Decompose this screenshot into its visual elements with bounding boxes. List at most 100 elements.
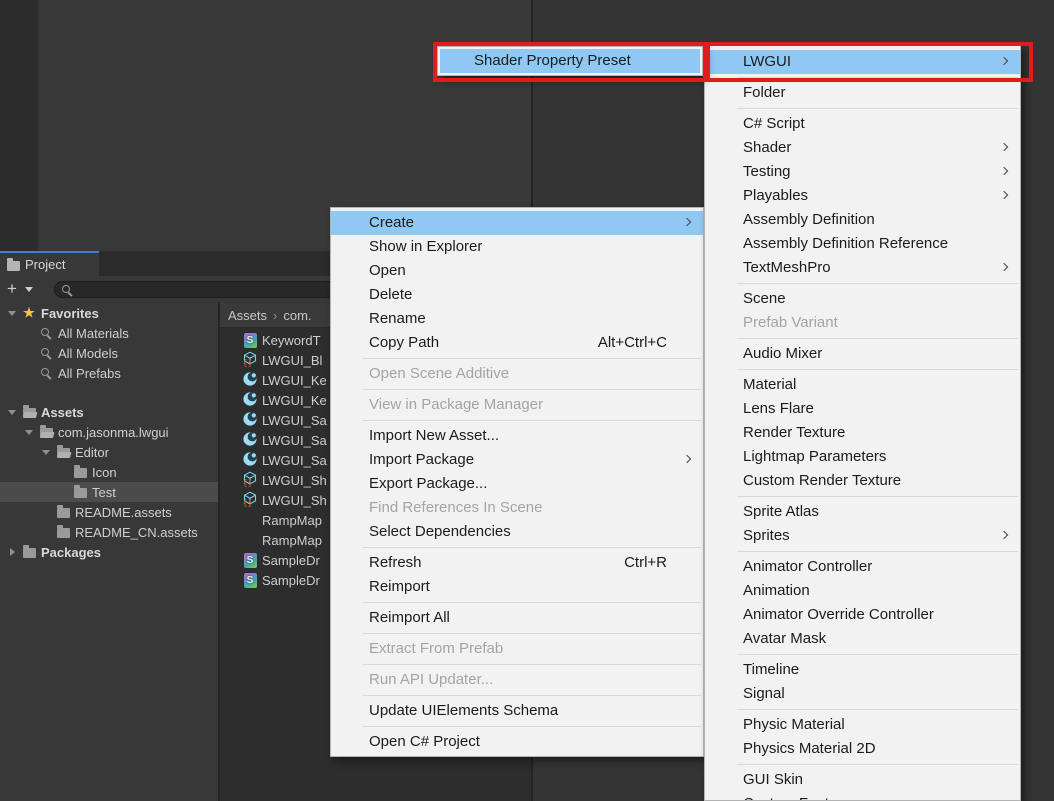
menu-item-run-api-updater: Run API Updater... — [331, 668, 703, 692]
tree-item-editor[interactable]: Editor — [0, 442, 218, 462]
menu-item-update-uielements-schema[interactable]: Update UIElements Schema — [331, 699, 703, 723]
menu-item-scene[interactable]: Scene — [705, 287, 1020, 311]
project-folder-tree: ★FavoritesAll MaterialsAll ModelsAll Pre… — [0, 303, 218, 801]
breadcrumb-segment-current[interactable]: com. — [283, 308, 311, 323]
tree-item-readme-cn-assets[interactable]: README_CN.assets — [0, 522, 218, 542]
menu-item-render-texture[interactable]: Render Texture — [705, 421, 1020, 445]
menu-separator — [331, 661, 703, 668]
foldout-open-icon[interactable] — [8, 410, 16, 415]
menu-item-sprite-atlas[interactable]: Sprite Atlas — [705, 500, 1020, 524]
menu-item-import-new-asset[interactable]: Import New Asset... — [331, 424, 703, 448]
tree-item-all-materials[interactable]: All Materials — [0, 323, 218, 343]
tree-item-label: Favorites — [41, 306, 99, 321]
tree-item-assets[interactable]: Assets — [0, 402, 218, 422]
menu-item-label: Reimport All — [369, 609, 450, 626]
foldout-open-icon[interactable] — [42, 450, 50, 455]
menu-item-label: Animator Controller — [743, 558, 872, 575]
menu-item-refresh[interactable]: RefreshCtrl+R — [331, 551, 703, 575]
file-icon-slot: {} — [242, 491, 258, 510]
create-asset-dropdown-icon[interactable] — [25, 287, 33, 292]
tree-item-packages[interactable]: Packages — [0, 542, 218, 562]
menu-item-sprites[interactable]: Sprites — [705, 524, 1020, 548]
tree-item-icon-slot — [20, 406, 38, 418]
file-item-label: LWGUI_Sh — [262, 473, 327, 488]
menu-item-label: Lens Flare — [743, 400, 814, 417]
menu-item-textmeshpro[interactable]: TextMeshPro — [705, 256, 1020, 280]
tree-item-icon[interactable]: Icon — [0, 462, 218, 482]
menu-item-avatar-mask[interactable]: Avatar Mask — [705, 627, 1020, 651]
menu-item-label: Export Package... — [369, 475, 487, 492]
menu-item-custom-font[interactable]: Custom Font — [705, 792, 1020, 801]
tree-item-test[interactable]: Test — [0, 482, 218, 502]
tree-item-label: All Models — [58, 346, 118, 361]
menu-item-shader[interactable]: Shader — [705, 136, 1020, 160]
menu-item-label: Audio Mixer — [743, 345, 822, 362]
file-icon-slot — [242, 391, 258, 410]
menu-item-reimport-all[interactable]: Reimport All — [331, 606, 703, 630]
tree-item-com-jasonma-lwgui[interactable]: com.jasonma.lwgui — [0, 422, 218, 442]
menu-item-show-in-explorer[interactable]: Show in Explorer — [331, 235, 703, 259]
menu-item-label: Lightmap Parameters — [743, 448, 886, 465]
breadcrumb-segment-assets[interactable]: Assets — [228, 308, 267, 323]
material-icon — [242, 371, 258, 390]
menu-item-label: TextMeshPro — [743, 259, 831, 276]
tab-project[interactable]: Project — [0, 251, 99, 276]
tree-item-icon-slot: ★ — [20, 307, 38, 319]
folder-icon — [57, 528, 70, 538]
menu-item-signal[interactable]: Signal — [705, 682, 1020, 706]
menu-item-select-dependencies[interactable]: Select Dependencies — [331, 520, 703, 544]
foldout-open-icon[interactable] — [8, 311, 16, 316]
menu-item-label: Scene — [743, 290, 786, 307]
menu-item-physics-material-2d[interactable]: Physics Material 2D — [705, 737, 1020, 761]
menu-item-gui-skin[interactable]: GUI Skin — [705, 768, 1020, 792]
menu-item-animator-override-controller[interactable]: Animator Override Controller — [705, 603, 1020, 627]
menu-item-playables[interactable]: Playables — [705, 184, 1020, 208]
menu-item-open-scene-additive: Open Scene Additive — [331, 362, 703, 386]
menu-item-audio-mixer[interactable]: Audio Mixer — [705, 342, 1020, 366]
menu-item-delete[interactable]: Delete — [331, 283, 703, 307]
menu-separator — [705, 105, 1020, 112]
material-icon — [242, 411, 258, 430]
menu-item-label: Show in Explorer — [369, 238, 482, 255]
tree-item-label: Packages — [41, 545, 101, 560]
create-asset-plus-button[interactable]: + — [7, 278, 17, 300]
menu-separator — [331, 599, 703, 606]
menu-item-label: Render Texture — [743, 424, 845, 441]
menu-item-custom-render-texture[interactable]: Custom Render Texture — [705, 469, 1020, 493]
submenu-arrow-icon — [1000, 167, 1008, 175]
menu-item-import-package[interactable]: Import Package — [331, 448, 703, 472]
foldout-closed-icon[interactable] — [10, 548, 15, 556]
menu-item-animator-controller[interactable]: Animator Controller — [705, 555, 1020, 579]
menu-item-animation[interactable]: Animation — [705, 579, 1020, 603]
tree-item-icon-slot — [54, 446, 72, 458]
menu-item-lens-flare[interactable]: Lens Flare — [705, 397, 1020, 421]
menu-item-material[interactable]: Material — [705, 373, 1020, 397]
menu-item-physic-material[interactable]: Physic Material — [705, 713, 1020, 737]
menu-item-testing[interactable]: Testing — [705, 160, 1020, 184]
menu-item-open-c-project[interactable]: Open C# Project — [331, 730, 703, 754]
annotation-box-lwgui — [706, 42, 1033, 82]
tree-item-all-prefabs[interactable]: All Prefabs — [0, 363, 218, 383]
menu-item-lightmap-parameters[interactable]: Lightmap Parameters — [705, 445, 1020, 469]
file-item-label: LWGUI_Sa — [262, 433, 327, 448]
menu-item-export-package[interactable]: Export Package... — [331, 472, 703, 496]
file-item-label: KeywordT — [262, 333, 321, 348]
menu-item-create[interactable]: Create — [331, 211, 703, 235]
menu-item-label: GUI Skin — [743, 771, 803, 788]
menu-item-rename[interactable]: Rename — [331, 307, 703, 331]
tree-item-readme-assets[interactable]: README.assets — [0, 502, 218, 522]
menu-item-folder[interactable]: Folder — [705, 81, 1020, 105]
shader-icon: {} — [242, 471, 258, 490]
menu-item-timeline[interactable]: Timeline — [705, 658, 1020, 682]
tree-item-all-models[interactable]: All Models — [0, 343, 218, 363]
menu-item-c-script[interactable]: C# Script — [705, 112, 1020, 136]
menu-item-reimport[interactable]: Reimport — [331, 575, 703, 599]
menu-item-assembly-definition[interactable]: Assembly Definition — [705, 208, 1020, 232]
menu-item-copy-path[interactable]: Copy PathAlt+Ctrl+C — [331, 331, 703, 355]
tree-item-favorites[interactable]: ★Favorites — [0, 303, 218, 323]
menu-item-label: Sprites — [743, 527, 790, 544]
menu-item-label: Prefab Variant — [743, 314, 838, 331]
foldout-open-icon[interactable] — [25, 430, 33, 435]
menu-item-open[interactable]: Open — [331, 259, 703, 283]
menu-item-assembly-definition-reference[interactable]: Assembly Definition Reference — [705, 232, 1020, 256]
